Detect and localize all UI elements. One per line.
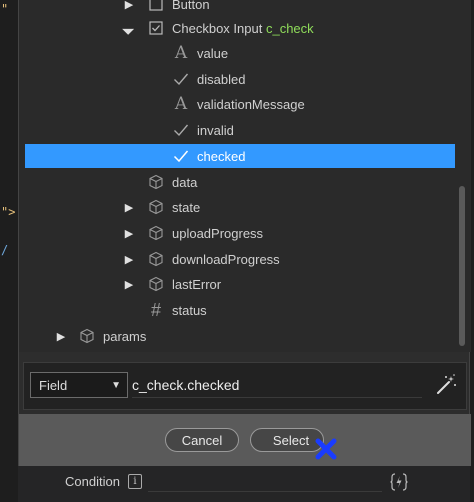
- tree-item-status[interactable]: # status: [25, 298, 455, 322]
- cube-icon: [147, 247, 165, 271]
- expand-arrow-icon[interactable]: ▶: [123, 247, 135, 271]
- tree-scrollbar[interactable]: [457, 0, 467, 352]
- tree-item-validation-message[interactable]: A validationMessage: [25, 92, 455, 116]
- collapse-arrow-icon[interactable]: ◢: [116, 15, 141, 40]
- expand-arrow-icon[interactable]: ▶: [55, 324, 67, 348]
- magic-wand-icon[interactable]: [434, 373, 458, 397]
- tree-item-download-progress[interactable]: ▶ downloadProgress: [25, 247, 455, 271]
- tree-item-last-error[interactable]: ▶ lastError: [25, 272, 455, 296]
- checkbox-icon: [147, 0, 165, 16]
- tree-item-label: checked: [197, 148, 246, 164]
- tree-item-button[interactable]: ▶ Button: [25, 0, 455, 16]
- dynamic-value-icon[interactable]: [390, 471, 408, 493]
- tree-item-label: invalid: [197, 122, 234, 138]
- tree-item-params[interactable]: ▶ params: [25, 324, 455, 348]
- condition-row: Condition i: [18, 466, 470, 502]
- tree-item-data[interactable]: data: [25, 170, 455, 194]
- data-picker-dialog: ▶ Button ◢ Checkbox Input c_check A valu…: [18, 0, 471, 466]
- dialog-footer: Cancel Select: [19, 414, 471, 466]
- expand-arrow-icon[interactable]: ▶: [123, 0, 135, 16]
- cancel-button[interactable]: Cancel: [165, 428, 239, 452]
- text-type-icon: A: [174, 94, 188, 114]
- boolean-check-icon: [172, 118, 190, 142]
- expand-arrow-icon[interactable]: ▶: [123, 195, 135, 219]
- condition-label: Condition: [65, 474, 120, 489]
- cube-icon: [147, 195, 165, 219]
- expand-arrow-icon[interactable]: ▶: [123, 272, 135, 296]
- tree-item-checkbox-input[interactable]: ◢ Checkbox Input c_check: [25, 16, 455, 40]
- cube-icon: [147, 221, 165, 245]
- tree-item-label: validationMessage: [197, 96, 305, 112]
- chevron-down-icon: ▼: [111, 380, 121, 391]
- tree-item-state[interactable]: ▶ state: [25, 195, 455, 219]
- info-icon[interactable]: i: [128, 474, 142, 489]
- tree-item-invalid[interactable]: invalid: [25, 118, 455, 142]
- editor-fragment: ": [1, 2, 9, 16]
- tree-item-label: uploadProgress: [172, 225, 264, 241]
- tree-item-label: status: [172, 302, 207, 318]
- cursor-marker-icon: [315, 438, 337, 460]
- tree-item-label: downloadProgress: [172, 251, 280, 267]
- text-type-icon: A: [174, 43, 188, 63]
- hash-icon: #: [150, 299, 161, 320]
- tree-item-disabled[interactable]: disabled: [25, 67, 455, 91]
- tree-item-label: Checkbox Input c_check: [172, 21, 314, 36]
- tree-item-label: value: [197, 45, 229, 61]
- cube-icon: [78, 324, 96, 348]
- tree-item-upload-progress[interactable]: ▶ uploadProgress: [25, 221, 455, 245]
- tree-item-label: params: [103, 328, 147, 344]
- cube-icon: [147, 272, 165, 296]
- tree-item-checked[interactable]: checked: [25, 144, 455, 168]
- tree-item-label: state: [172, 199, 201, 215]
- scrollbar-thumb[interactable]: [459, 186, 465, 346]
- tree-item-label: data: [172, 174, 198, 190]
- tree-item-label: Button: [172, 0, 210, 12]
- tree-item-value[interactable]: A value: [25, 41, 455, 65]
- tree-item-label: lastError: [172, 276, 222, 292]
- code-editor-gutter: " "> /: [0, 0, 18, 502]
- data-tree[interactable]: ▶ Button ◢ Checkbox Input c_check A valu…: [19, 0, 471, 352]
- cube-icon: [147, 170, 165, 194]
- tree-item-label: disabled: [197, 71, 246, 87]
- editor-fragment: ">: [1, 205, 16, 219]
- field-bar: Field ▼ c_check.checked: [23, 362, 467, 410]
- select-button[interactable]: Select: [250, 428, 324, 452]
- component-id-label: c_check: [265, 20, 314, 36]
- binding-type-value: Field: [39, 377, 68, 393]
- checkbox-icon: [147, 16, 165, 40]
- boolean-check-icon: [172, 67, 190, 91]
- binding-type-select[interactable]: Field ▼: [30, 372, 128, 398]
- expression-input[interactable]: c_check.checked: [132, 372, 422, 398]
- editor-fragment: /: [1, 243, 9, 257]
- component-type-label: Checkbox Input: [172, 20, 263, 36]
- expand-arrow-icon[interactable]: ▶: [123, 221, 135, 245]
- boolean-check-icon: [172, 144, 190, 168]
- condition-input[interactable]: [148, 472, 382, 492]
